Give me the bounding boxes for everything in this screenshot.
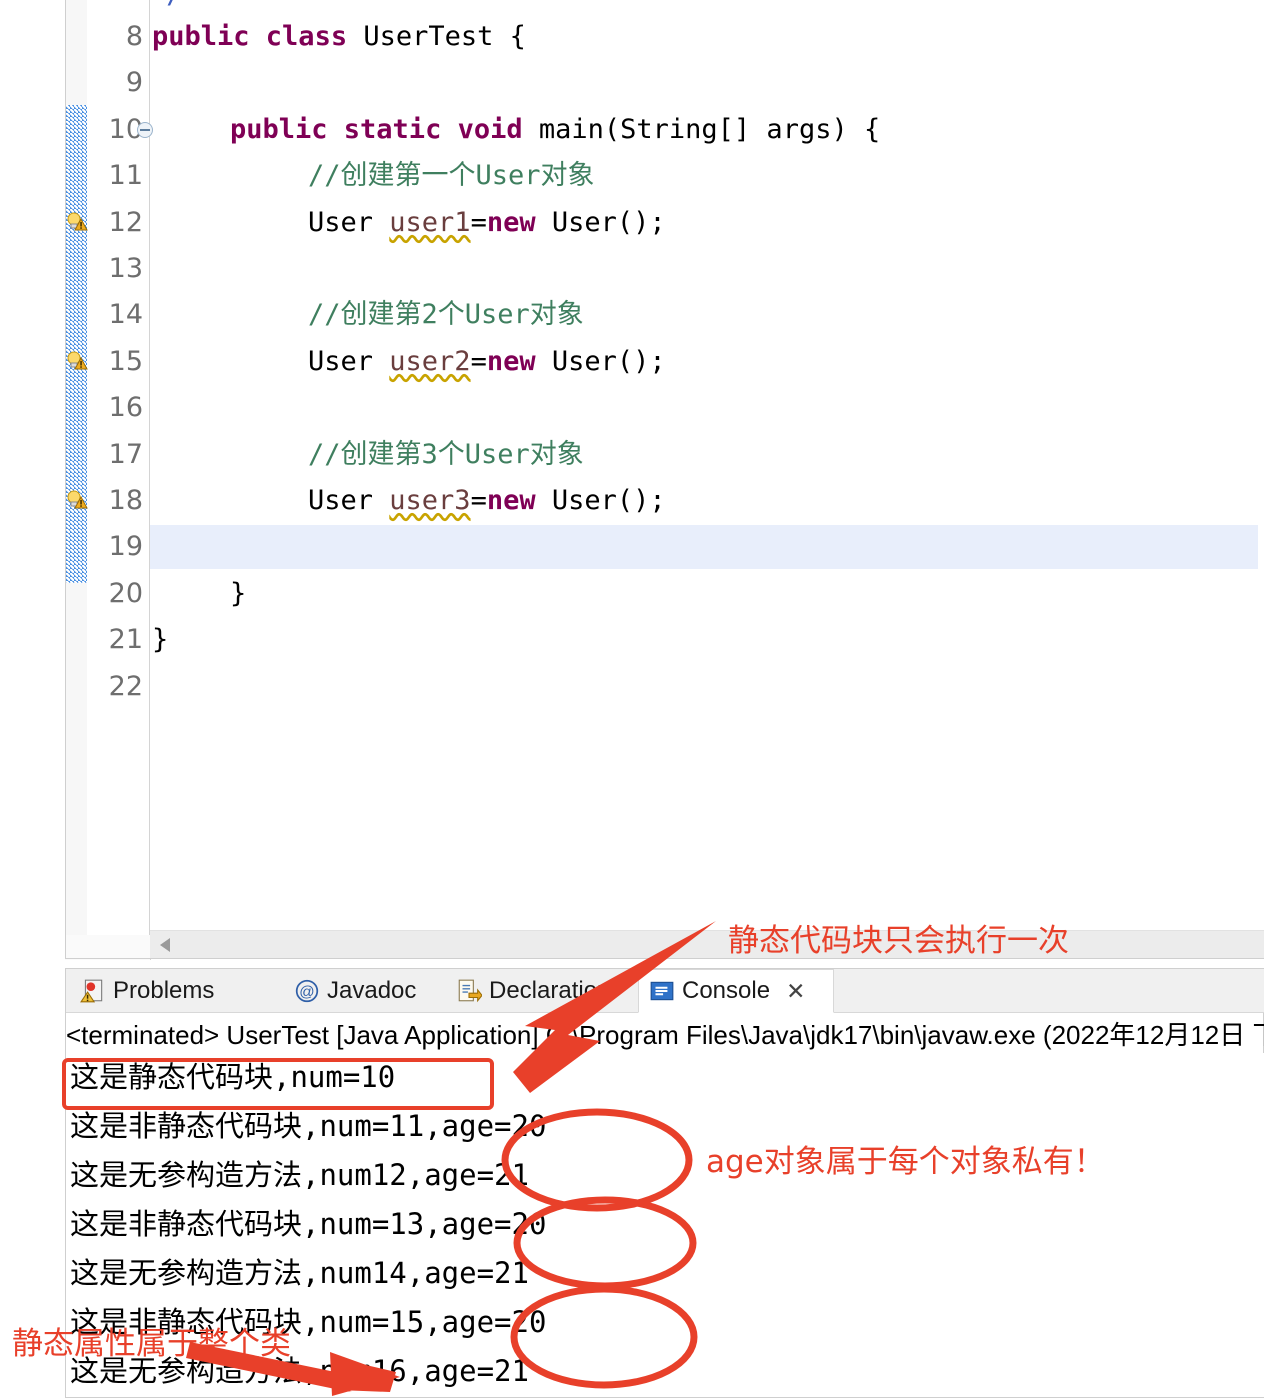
svg-text:@: @: [299, 983, 314, 1000]
code-line[interactable]: //创建第一个User对象: [308, 153, 595, 199]
editor-horizontal-scrollbar[interactable]: [150, 930, 1264, 959]
code-token: user1: [389, 206, 471, 238]
code-line[interactable]: public class UserTest {: [152, 14, 526, 60]
code-token: UserTest {: [363, 21, 526, 52]
code-line[interactable]: //创建第2个User对象: [308, 292, 584, 338]
annotation-age-private: age对象属于每个对象私有！: [706, 1144, 1105, 1180]
problems-icon: [80, 978, 106, 1004]
tab-javadoc[interactable]: @ Javadoc: [284, 969, 444, 1013]
tab-label: Console: [682, 977, 771, 1004]
code-line[interactable]: }: [152, 617, 168, 663]
change-indicator-bar: [66, 105, 87, 583]
code-token: }: [152, 624, 169, 656]
code-token: class: [265, 21, 364, 52]
console-output-line: 这是无参构造方法,num14,age=21: [70, 1256, 529, 1290]
line-number: 15: [108, 345, 143, 377]
line-number: 22: [108, 670, 143, 702]
code-token: //创建第2个User对象: [308, 299, 584, 331]
tab-label: Problems: [113, 977, 215, 1004]
console-icon: [649, 978, 675, 1004]
code-token: User();: [535, 206, 666, 238]
tab-problems[interactable]: Problems: [70, 969, 282, 1013]
annotation-static-block-once: 静态代码块只会执行一次: [728, 923, 1069, 959]
code-token: new: [486, 206, 536, 238]
code-token: public: [152, 21, 266, 52]
code-token: //创建第3个User对象: [308, 438, 584, 470]
red-box-static-block-line: [62, 1058, 494, 1110]
console-output-line: 这是非静态代码块,num=13,age=20: [70, 1207, 547, 1241]
scroll-left-arrow-icon[interactable]: [160, 938, 170, 952]
code-line[interactable]: User user2=new User();: [308, 339, 666, 385]
javadoc-at-icon: @: [294, 978, 320, 1004]
line-number: 21: [108, 624, 143, 656]
tab-label: Javadoc: [327, 977, 417, 1004]
line-number: 19: [108, 531, 143, 563]
warning-bulb-icon[interactable]: [66, 489, 88, 511]
code-token: user3: [389, 485, 471, 516]
tab-label: Declaration: [489, 977, 611, 1004]
code-token: User();: [535, 485, 666, 516]
code-token: main(String[] args) {: [538, 113, 881, 145]
code-token: User();: [535, 345, 666, 377]
code-token: User: [308, 345, 390, 377]
line-number: 9: [125, 67, 143, 99]
annotation-static-field: 静态属性属于整个类: [12, 1326, 291, 1362]
code-line[interactable]: }: [230, 571, 246, 617]
line-number: 17: [108, 438, 143, 470]
code-token: User: [308, 206, 390, 238]
code-token: user2: [389, 345, 471, 377]
line-number: 16: [108, 392, 143, 424]
line-number: 10: [108, 113, 143, 145]
code-fold-collapse-icon[interactable]: [137, 121, 153, 138]
code-token: }: [230, 577, 247, 609]
code-token: new: [486, 345, 536, 377]
warning-bulb-icon[interactable]: [66, 211, 88, 233]
line-number: 20: [108, 577, 143, 609]
editor-left-margin: [0, 0, 65, 960]
code-token: public static void: [230, 113, 539, 145]
line-number: 12: [108, 206, 143, 238]
view-tab-bar[interactable]: Problems @ Javadoc Declaration Console ✕: [66, 969, 1264, 1013]
code-token: new: [486, 485, 536, 516]
code-line[interactable]: public static void main(String[] args) {: [230, 107, 880, 153]
line-number: 14: [108, 299, 143, 331]
code-token: =: [470, 345, 487, 377]
editor-gutter-bottom: [65, 935, 151, 960]
warning-bulb-icon[interactable]: [66, 350, 88, 372]
code-token: User: [308, 485, 390, 516]
code-line[interactable]: User user1=new User();: [308, 200, 666, 246]
line-number: 18: [108, 485, 143, 516]
tab-console[interactable]: Console ✕: [638, 969, 834, 1013]
code-token: =: [470, 485, 487, 516]
line-number: 13: [108, 253, 143, 284]
code-token: //创建第一个User对象: [308, 160, 595, 192]
declaration-icon: [456, 978, 482, 1004]
tab-declaration[interactable]: Declaration: [446, 969, 638, 1013]
java-code-editor[interactable]: */ 8public class UserTest {910public sta…: [0, 0, 1264, 960]
current-line-highlight: [150, 525, 1258, 570]
code-line[interactable]: User user3=new User();: [308, 478, 666, 524]
line-number: 11: [108, 160, 143, 192]
code-line[interactable]: //创建第3个User对象: [308, 432, 584, 478]
code-token: =: [470, 206, 487, 238]
close-icon[interactable]: ✕: [786, 978, 805, 1005]
console-process-header: <terminated> UserTest [Java Application]…: [66, 1020, 1264, 1050]
line-number: 8: [125, 21, 143, 52]
